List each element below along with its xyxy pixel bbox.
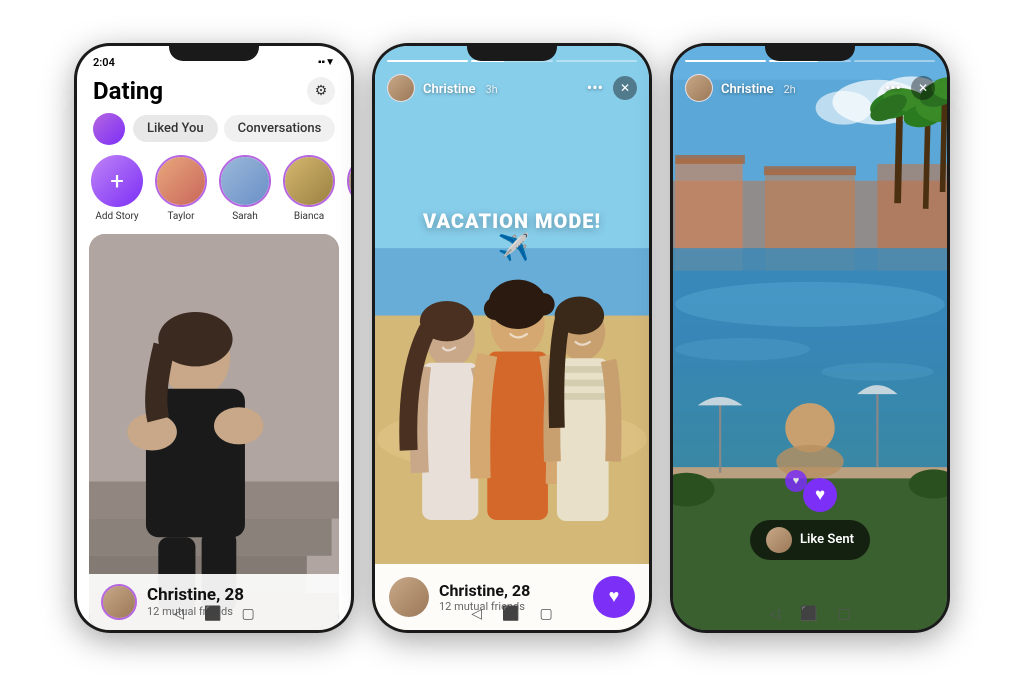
story-time-3: 2h: [783, 83, 795, 96]
vacation-text: VACATION MODE!: [423, 209, 601, 233]
app-title: Dating: [93, 77, 163, 105]
story-bianca[interactable]: Bianca: [283, 155, 335, 222]
close-story-button-3[interactable]: ✕: [911, 76, 935, 100]
story-username-3: Christine: [721, 82, 774, 97]
heart-stack: ♥ ♥: [783, 468, 837, 512]
beach-illustration: [375, 46, 649, 630]
bottom-nav-2: ◁ ⬛ ▢: [375, 606, 649, 622]
tab-liked-you[interactable]: Liked You: [133, 115, 218, 142]
heart-icon-2: ♥: [609, 586, 620, 607]
story-user-details-3: Christine 2h: [721, 78, 796, 97]
story-top-right-2: ••• ✕: [587, 76, 637, 100]
phone-notch-2: [467, 43, 557, 61]
story-sp-avatar: [347, 155, 351, 207]
screen-story-beach: Christine 3h ••• ✕ VACATION MODE! ✈️: [375, 46, 649, 630]
like-sent-avatar: [766, 527, 792, 553]
progress-fill-3-1: [685, 60, 766, 62]
bottom-nav-1: ◁ ⬛ ▢: [77, 606, 351, 622]
story-user-info-2: Christine 3h: [387, 74, 498, 102]
recents-button-3[interactable]: ▢: [837, 606, 850, 622]
recents-button-2[interactable]: ▢: [539, 606, 552, 622]
more-options-button-2[interactable]: •••: [587, 78, 603, 97]
recents-button[interactable]: ▢: [241, 606, 254, 622]
status-time: 2:04: [93, 56, 115, 69]
home-button-2[interactable]: ⬛: [502, 606, 519, 622]
phone-notch: [169, 43, 259, 61]
dating-card[interactable]: Christine, 28 12 mutual friends: [89, 234, 339, 630]
story-sarah[interactable]: Sarah: [219, 155, 271, 222]
story-beach-background: [375, 46, 649, 630]
person-illustration: [89, 234, 339, 630]
like-sent-label: Like Sent: [800, 532, 854, 547]
big-heart-icon: ♥: [803, 478, 837, 512]
story-bianca-avatar: [283, 155, 335, 207]
screen-story-pool: Christine 2h ••• ✕ ♥ ♥: [673, 46, 947, 630]
story-add-label: Add Story: [95, 211, 138, 222]
card-background: [89, 234, 339, 630]
like-sent-badge: Like Sent: [750, 520, 870, 560]
story-taylor[interactable]: Taylor: [155, 155, 207, 222]
vacation-overlay: VACATION MODE! ✈️: [423, 209, 601, 263]
plus-icon: +: [110, 167, 124, 195]
card-user-name: Christine, 28: [147, 585, 244, 605]
progress-bar-3: [556, 60, 637, 62]
tabs-row: Liked You Conversations: [77, 113, 351, 155]
story-card-name-2: Christine, 28: [439, 581, 530, 600]
story-top-bar-3: Christine 2h ••• ✕: [673, 68, 947, 110]
add-story-button[interactable]: +: [91, 155, 143, 207]
battery-icon: ▪▪▼: [318, 57, 335, 68]
story-user-details-2: Christine 3h: [423, 78, 498, 97]
story-sarah-label: Sarah: [232, 211, 258, 222]
phone-3: Christine 2h ••• ✕ ♥ ♥: [670, 43, 950, 633]
story-username-2: Christine: [423, 82, 476, 97]
progress-fill-1: [387, 60, 468, 62]
story-bianca-label: Bianca: [294, 211, 324, 222]
like-sent-overlay: ♥ ♥ Like Sent: [750, 468, 870, 560]
story-sarah-avatar: [219, 155, 271, 207]
status-icons: ▪▪▼: [318, 57, 335, 68]
stories-row: + Add Story Taylor Sarah: [77, 155, 351, 234]
story-user-info-3: Christine 2h: [685, 74, 796, 102]
close-story-button-2[interactable]: ✕: [613, 76, 637, 100]
story-top-bar-2: Christine 3h ••• ✕: [375, 68, 649, 110]
user-avatar-tab: [93, 113, 125, 145]
progress-bar-3-3: [854, 60, 935, 62]
phone-1: 2:04 ▪▪▼ Dating ⚙ Liked You Conversation…: [74, 43, 354, 633]
back-button-2[interactable]: ◁: [471, 606, 482, 622]
phone-notch-3: [765, 43, 855, 61]
story-user-avatar-2: [387, 74, 415, 102]
phone-2: Christine 3h ••• ✕ VACATION MODE! ✈️: [372, 43, 652, 633]
more-options-button-3[interactable]: •••: [885, 78, 901, 97]
progress-bar-3-1: [685, 60, 766, 62]
home-button[interactable]: ⬛: [204, 606, 221, 622]
story-sp[interactable]: Sp...: [347, 155, 351, 222]
story-user-avatar-3: [685, 74, 713, 102]
plane-emoji: ✈️: [498, 233, 530, 263]
back-button-3[interactable]: ◁: [769, 606, 780, 622]
progress-bar-1: [387, 60, 468, 62]
home-button-3[interactable]: ⬛: [800, 606, 817, 622]
settings-button[interactable]: ⚙: [307, 77, 335, 105]
story-top-right-3: ••• ✕: [885, 76, 935, 100]
close-icon-2: ✕: [620, 81, 630, 95]
story-add[interactable]: + Add Story: [91, 155, 143, 222]
gear-icon: ⚙: [315, 83, 328, 99]
story-taylor-label: Taylor: [167, 211, 194, 222]
tab-conversations[interactable]: Conversations: [224, 115, 336, 142]
close-icon-3: ✕: [918, 81, 928, 95]
dating-header: Dating ⚙: [77, 73, 351, 113]
story-taylor-avatar: [155, 155, 207, 207]
bottom-nav-3: ◁ ⬛ ▢: [673, 606, 947, 622]
story-time-2: 3h: [485, 83, 497, 96]
back-button[interactable]: ◁: [173, 606, 184, 622]
screen-home: 2:04 ▪▪▼ Dating ⚙ Liked You Conversation…: [77, 46, 351, 630]
